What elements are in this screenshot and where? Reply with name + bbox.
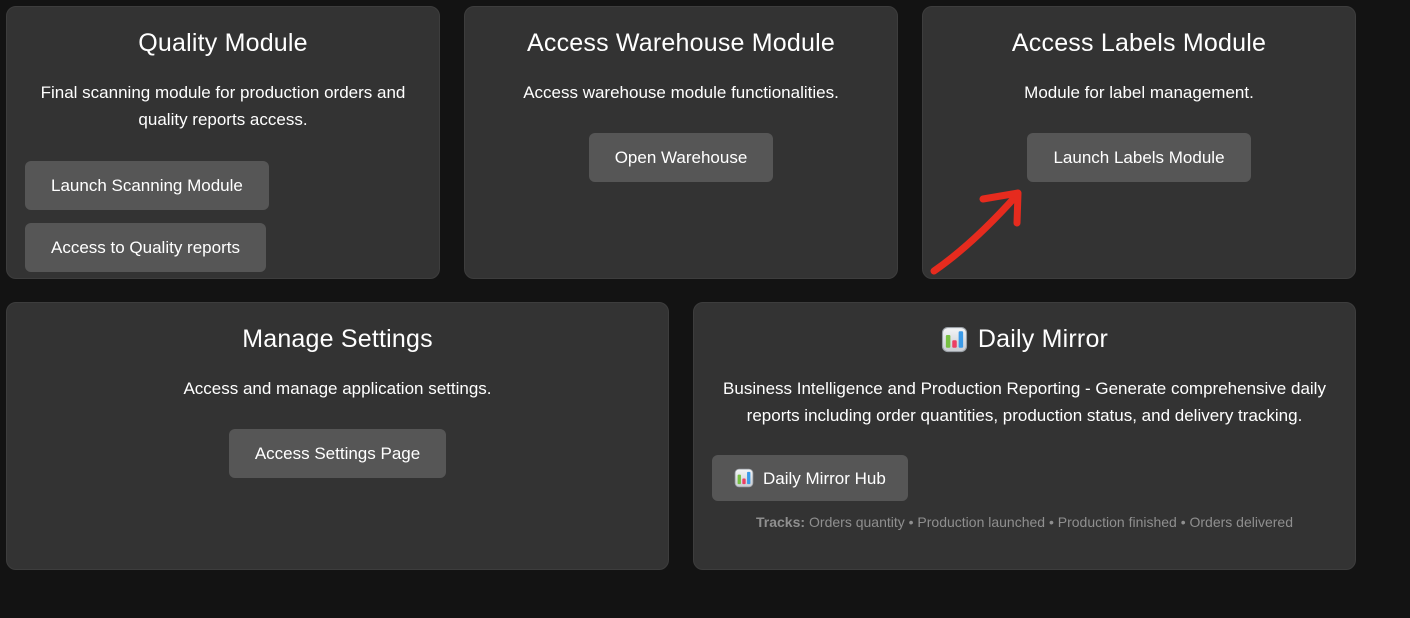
warehouse-module-description: Access warehouse module functionalities. <box>483 79 879 106</box>
quality-module-description: Final scanning module for production ord… <box>25 79 421 133</box>
open-warehouse-button[interactable]: Open Warehouse <box>589 133 774 182</box>
tracks-items: Orders quantity • Production launched • … <box>809 514 1293 530</box>
card-daily-mirror: Daily Mirror Business Intelligence and P… <box>693 302 1356 570</box>
daily-mirror-hub-button-label: Daily Mirror Hub <box>763 470 886 487</box>
manage-settings-title: Manage Settings <box>25 325 650 354</box>
labels-module-description: Module for label management. <box>941 79 1337 106</box>
daily-mirror-description: Business Intelligence and Production Rep… <box>712 375 1337 429</box>
card-warehouse-module: Access Warehouse Module Access warehouse… <box>464 6 898 279</box>
labels-module-title: Access Labels Module <box>941 29 1337 58</box>
modules-dashboard: Quality Module Final scanning module for… <box>0 0 1410 576</box>
daily-mirror-title: Daily Mirror <box>712 325 1337 354</box>
card-manage-settings: Manage Settings Access and manage applic… <box>6 302 669 570</box>
quality-module-actions: Launch Scanning Module Access to Quality… <box>25 161 421 272</box>
launch-labels-module-button[interactable]: Launch Labels Module <box>1027 133 1250 182</box>
daily-mirror-actions: Daily Mirror Hub <box>712 455 1337 501</box>
manage-settings-description: Access and manage application settings. <box>25 375 650 402</box>
daily-mirror-title-text: Daily Mirror <box>978 325 1108 354</box>
warehouse-module-actions: Open Warehouse <box>483 133 879 182</box>
warehouse-module-title: Access Warehouse Module <box>483 29 879 58</box>
card-labels-module: Access Labels Module Module for label ma… <box>922 6 1356 279</box>
daily-mirror-tracks: Tracks:Orders quantity • Production laun… <box>712 514 1337 530</box>
daily-mirror-hub-button[interactable]: Daily Mirror Hub <box>712 455 908 501</box>
manage-settings-actions: Access Settings Page <box>25 429 650 478</box>
launch-scanning-module-button[interactable]: Launch Scanning Module <box>25 161 269 210</box>
tracks-label: Tracks: <box>756 514 805 530</box>
quality-module-title: Quality Module <box>25 29 421 58</box>
bar-chart-icon <box>941 326 968 353</box>
card-quality-module: Quality Module Final scanning module for… <box>6 6 440 279</box>
access-quality-reports-button[interactable]: Access to Quality reports <box>25 223 266 272</box>
access-settings-page-button[interactable]: Access Settings Page <box>229 429 446 478</box>
labels-module-actions: Launch Labels Module <box>941 133 1337 182</box>
bar-chart-icon <box>734 468 754 488</box>
